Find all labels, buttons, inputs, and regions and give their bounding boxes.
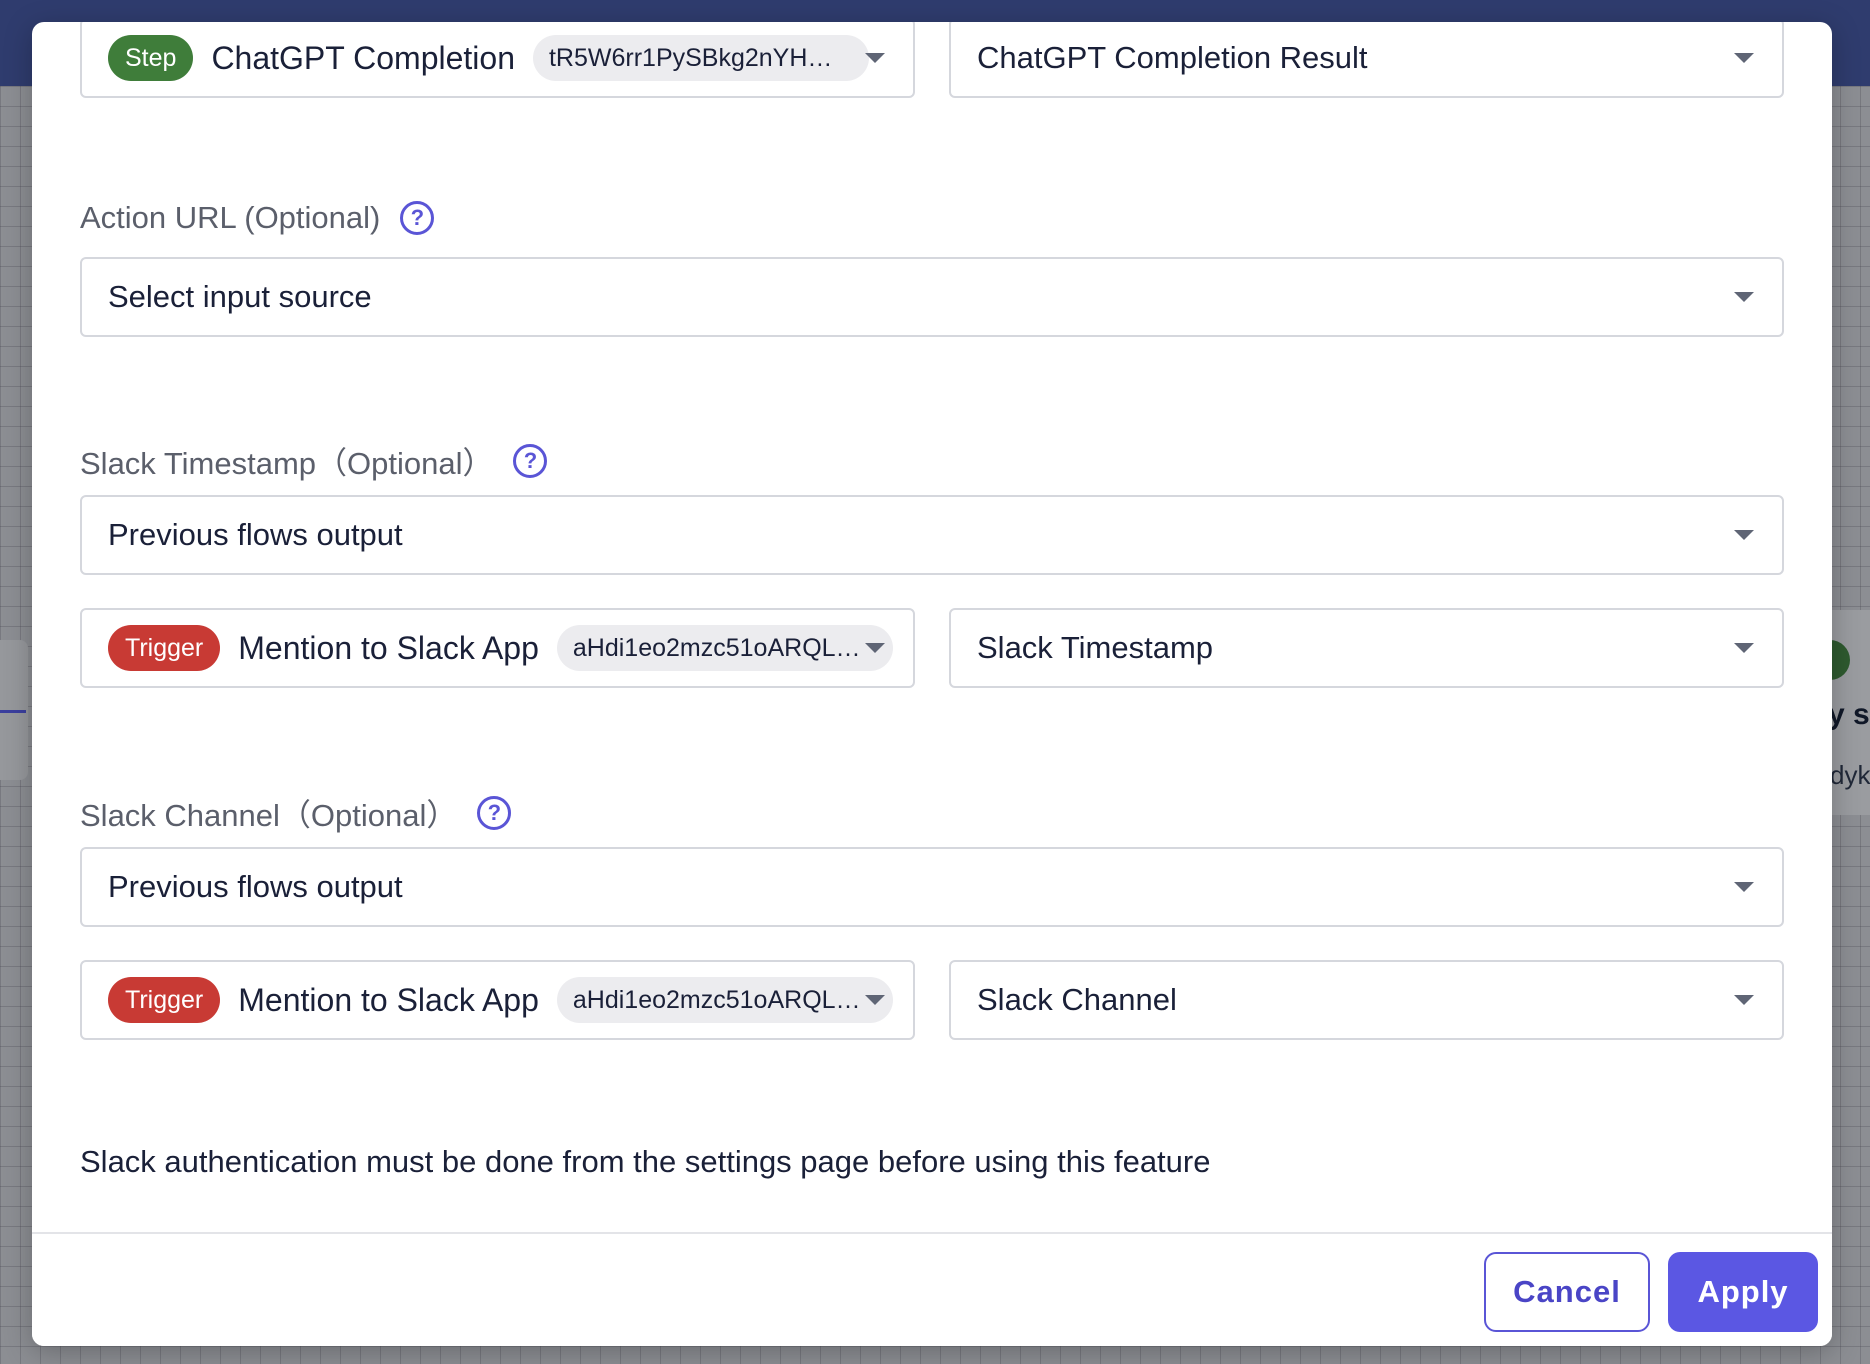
slack-channel-label-row: Slack Channel（Optional） ? <box>80 790 512 835</box>
slack-timestamp-node-select[interactable]: Trigger Mention to Slack App aHdi1eo2mzc… <box>80 608 915 688</box>
chevron-down-icon[interactable] <box>1734 643 1754 653</box>
action-url-source-select[interactable]: Select input source <box>80 257 1784 337</box>
slack-channel-source-value: Previous flows output <box>108 869 403 904</box>
slack-channel-source-row: Previous flows output <box>80 847 1784 927</box>
node-settings-modal: Step ChatGPT Completion tR5W6rr1PySBkg2n… <box>32 22 1832 1346</box>
action-url-label: Action URL (Optional) <box>80 200 381 235</box>
message-output-field-select[interactable]: ChatGPT Completion Result <box>949 22 1784 98</box>
action-url-row: Select input source <box>80 257 1784 337</box>
slack-timestamp-source-value: Previous flows output <box>108 517 403 552</box>
cancel-button[interactable]: Cancel <box>1484 1252 1650 1332</box>
slack-auth-note: Slack authentication must be done from t… <box>80 1144 1211 1179</box>
modal-body: Step ChatGPT Completion tR5W6rr1PySBkg2n… <box>32 22 1832 1232</box>
trigger-badge: Trigger <box>108 625 221 671</box>
message-source-row: Step ChatGPT Completion tR5W6rr1PySBkg2n… <box>80 22 1784 98</box>
slack-timestamp-label: Slack Timestamp（Optional） <box>80 446 494 481</box>
slack-channel-source-select[interactable]: Previous flows output <box>80 847 1784 927</box>
help-icon[interactable]: ? <box>513 443 548 478</box>
slack-channel-node-row: Trigger Mention to Slack App aHdi1eo2mzc… <box>80 960 1784 1040</box>
action-url-source-value: Select input source <box>108 279 372 314</box>
chevron-down-icon[interactable] <box>1734 995 1754 1005</box>
chevron-down-icon[interactable] <box>1734 53 1754 63</box>
output-field-value: Slack Timestamp <box>977 630 1214 665</box>
output-field-value: Slack Channel <box>977 982 1177 1017</box>
trigger-badge: Trigger <box>108 977 221 1023</box>
slack-timestamp-output-select[interactable]: Slack Timestamp <box>949 608 1784 688</box>
slack-timestamp-source-select[interactable]: Previous flows output <box>80 495 1784 575</box>
slack-channel-node-select[interactable]: Trigger Mention to Slack App aHdi1eo2mzc… <box>80 960 915 1040</box>
chevron-down-icon[interactable] <box>865 643 885 653</box>
slack-timestamp-source-row: Previous flows output <box>80 495 1784 575</box>
source-node-id-chip: aHdi1eo2mzc51oARQLo... <box>556 625 893 671</box>
slack-channel-output-select[interactable]: Slack Channel <box>949 960 1784 1040</box>
help-icon[interactable]: ? <box>477 795 512 830</box>
chevron-down-icon[interactable] <box>865 53 885 63</box>
output-field-value: ChatGPT Completion Result <box>977 40 1368 75</box>
source-node-id-chip: tR5W6rr1PySBkg2nYHF... <box>532 35 869 81</box>
apply-button[interactable]: Apply <box>1668 1252 1818 1332</box>
source-node-name: Mention to Slack App <box>238 629 539 666</box>
slack-timestamp-label-row: Slack Timestamp（Optional） ? <box>80 438 548 483</box>
message-source-node-select[interactable]: Step ChatGPT Completion tR5W6rr1PySBkg2n… <box>80 22 915 98</box>
step-badge: Step <box>108 35 194 81</box>
chevron-down-icon[interactable] <box>1734 530 1754 540</box>
slack-channel-label: Slack Channel（Optional） <box>80 798 458 833</box>
source-node-name: ChatGPT Completion <box>211 39 515 76</box>
source-node-id-chip: aHdi1eo2mzc51oARQLo... <box>556 977 893 1023</box>
chevron-down-icon[interactable] <box>1734 292 1754 302</box>
canvas-node-subtitle: dykp <box>1830 760 1870 790</box>
help-icon[interactable]: ? <box>400 201 435 235</box>
canvas-edge <box>0 710 26 713</box>
chevron-down-icon[interactable] <box>1734 882 1754 892</box>
source-node-name: Mention to Slack App <box>238 981 539 1018</box>
action-url-label-row: Action URL (Optional) ? <box>80 200 435 236</box>
slack-timestamp-node-row: Trigger Mention to Slack App aHdi1eo2mzc… <box>80 608 1784 688</box>
canvas-node-title: y s <box>1828 698 1870 731</box>
chevron-down-icon[interactable] <box>865 995 885 1005</box>
